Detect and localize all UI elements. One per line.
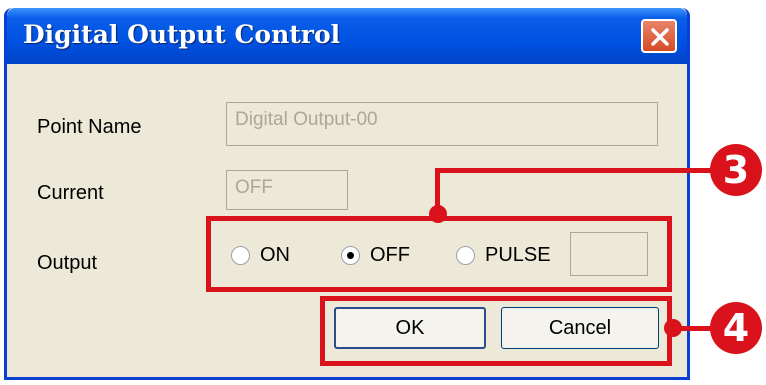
callout-4-badge: 4 bbox=[710, 302, 762, 354]
callout-4-anchor-dot bbox=[664, 319, 682, 337]
close-icon bbox=[651, 28, 669, 46]
current-value-field: OFF bbox=[226, 170, 348, 210]
window-title: Digital Output Control bbox=[23, 20, 341, 49]
title-bar[interactable]: Digital Output Control bbox=[7, 8, 687, 64]
point-name-field: Digital Output-00 bbox=[226, 102, 658, 146]
output-label: Output bbox=[37, 252, 98, 274]
close-button[interactable] bbox=[641, 19, 677, 53]
buttons-highlight bbox=[320, 296, 672, 366]
point-name-label: Point Name bbox=[37, 116, 142, 138]
output-options-highlight bbox=[206, 216, 672, 292]
callout-3-line-horizontal bbox=[435, 168, 723, 173]
callout-3-anchor-dot bbox=[429, 205, 447, 223]
current-label: Current bbox=[37, 182, 104, 204]
callout-3-badge: 3 bbox=[710, 144, 762, 196]
